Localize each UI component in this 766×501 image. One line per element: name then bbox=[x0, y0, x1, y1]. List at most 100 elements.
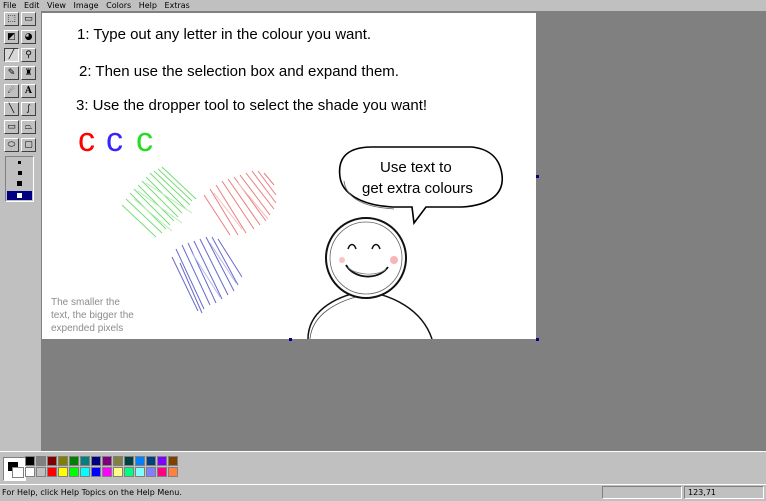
status-help-text: For Help, click Help Topics on the Help … bbox=[2, 488, 182, 497]
note-line-2: text, the bigger the bbox=[51, 310, 134, 321]
menu-image[interactable]: Image bbox=[71, 0, 101, 11]
airbrush-tool-button[interactable]: ☄ bbox=[4, 84, 19, 98]
palette-swatch[interactable] bbox=[80, 456, 90, 466]
select-icon: ▭ bbox=[24, 14, 33, 24]
palette-swatch[interactable] bbox=[47, 467, 57, 477]
palette-swatch[interactable] bbox=[47, 456, 57, 466]
status-bar: For Help, click Help Topics on the Help … bbox=[0, 484, 766, 501]
airbrush-icon: ☄ bbox=[7, 86, 16, 96]
green-scribble bbox=[121, 166, 197, 238]
palette-swatch[interactable] bbox=[36, 456, 46, 466]
size-option-1[interactable] bbox=[18, 161, 21, 164]
canvas-workspace: 1: Type out any letter in the colour you… bbox=[42, 11, 766, 451]
palette-swatch[interactable] bbox=[113, 456, 123, 466]
dropper-icon: ╱ bbox=[8, 50, 15, 60]
palette-swatch[interactable] bbox=[25, 456, 35, 466]
size-option-2[interactable] bbox=[18, 171, 22, 175]
instruction-line-3: 3: Use the dropper tool to select the sh… bbox=[76, 97, 427, 114]
ellipse-icon: ⬭ bbox=[7, 140, 16, 150]
polygon-tool-button[interactable]: ⏢ bbox=[21, 120, 36, 134]
menu-view[interactable]: View bbox=[44, 0, 68, 11]
tool-box: ⬚ ▭ ◩ ◕ ╱ ⚲ ✎ ♜ ☄ A ╲ ∫ ▭ ⏢ ⬭ ▢ bbox=[0, 11, 42, 451]
rounded-rect-tool-button[interactable]: ▢ bbox=[21, 138, 36, 152]
fill-bucket-icon: ◕ bbox=[24, 32, 33, 42]
palette-swatch[interactable] bbox=[69, 467, 79, 477]
drawing-canvas[interactable]: 1: Type out any letter in the colour you… bbox=[42, 13, 536, 340]
menu-colors[interactable]: Colors bbox=[103, 0, 133, 11]
pencil-tool-button[interactable]: ✎ bbox=[4, 66, 19, 80]
status-coordinates: 123,71 bbox=[684, 486, 764, 499]
bubble-line-1: Use text to bbox=[380, 159, 452, 176]
instruction-line-1: 1: Type out any letter in the colour you… bbox=[77, 26, 371, 43]
resize-handle-right[interactable] bbox=[536, 175, 539, 178]
palette-swatch[interactable] bbox=[168, 467, 178, 477]
palette-swatch[interactable] bbox=[146, 467, 156, 477]
palette-swatch[interactable] bbox=[91, 456, 101, 466]
palette-swatch[interactable] bbox=[168, 456, 178, 466]
text-tool-button[interactable]: A bbox=[21, 84, 36, 98]
note-line-3: expended pixels bbox=[51, 323, 123, 334]
eraser-tool-button[interactable]: ◩ bbox=[4, 30, 19, 44]
palette-swatch[interactable] bbox=[135, 467, 145, 477]
note-line-1: The smaller the bbox=[51, 297, 120, 308]
magnifier-icon: ⚲ bbox=[25, 50, 32, 60]
brush-tool-button[interactable]: ♜ bbox=[21, 66, 36, 80]
palette-swatch[interactable] bbox=[146, 456, 156, 466]
size-option-selected[interactable] bbox=[7, 191, 32, 200]
line-icon: ╲ bbox=[8, 104, 15, 114]
curve-tool-button[interactable]: ∫ bbox=[21, 102, 36, 116]
pencil-icon: ✎ bbox=[7, 68, 16, 78]
menu-file[interactable]: File bbox=[0, 0, 18, 11]
line-tool-button[interactable]: ╲ bbox=[4, 102, 19, 116]
current-colors[interactable] bbox=[3, 457, 26, 481]
color-palette bbox=[0, 451, 766, 484]
menu-help[interactable]: Help bbox=[136, 0, 159, 11]
background-color bbox=[12, 467, 24, 478]
blue-scribble bbox=[171, 236, 243, 314]
palette-swatch[interactable] bbox=[124, 467, 134, 477]
palette-swatch[interactable] bbox=[36, 467, 46, 477]
magnifier-tool-button[interactable]: ⚲ bbox=[21, 48, 36, 62]
palette-swatch[interactable] bbox=[135, 456, 145, 466]
palette-swatch[interactable] bbox=[124, 456, 134, 466]
rectangle-icon: ▭ bbox=[7, 122, 16, 132]
ellipse-tool-button[interactable]: ⬭ bbox=[4, 138, 19, 152]
red-letter: c bbox=[78, 121, 95, 159]
palette-swatch[interactable] bbox=[58, 467, 68, 477]
palette-swatch[interactable] bbox=[25, 467, 35, 477]
palette-swatch[interactable] bbox=[113, 467, 123, 477]
polygon-icon: ⏢ bbox=[24, 122, 33, 132]
resize-handle-bottom[interactable] bbox=[289, 338, 292, 341]
free-select-tool-button[interactable]: ⬚ bbox=[4, 12, 19, 26]
menu-extras[interactable]: Extras bbox=[162, 0, 192, 11]
color-picker-tool-button[interactable]: ╱ bbox=[4, 48, 19, 62]
cartoon-character bbox=[307, 217, 433, 340]
menu-bar: File Edit View Image Colors Help Extras bbox=[0, 0, 766, 11]
palette-swatch[interactable] bbox=[157, 456, 167, 466]
instruction-line-2: 2: Then use the selection box and expand… bbox=[79, 63, 399, 80]
menu-edit[interactable]: Edit bbox=[21, 0, 42, 11]
size-option-3[interactable] bbox=[17, 181, 22, 186]
bubble-line-2: get extra colours bbox=[362, 180, 473, 197]
blue-letter: c bbox=[106, 121, 123, 159]
rounded-rectangle-icon: ▢ bbox=[24, 140, 33, 150]
free-select-icon: ⬚ bbox=[7, 14, 16, 24]
fill-tool-button[interactable]: ◕ bbox=[21, 30, 36, 44]
rectangle-tool-button[interactable]: ▭ bbox=[4, 120, 19, 134]
eraser-icon: ◩ bbox=[7, 32, 16, 42]
text-icon: A bbox=[25, 86, 32, 96]
palette-swatch[interactable] bbox=[58, 456, 68, 466]
resize-handle-corner[interactable] bbox=[536, 338, 539, 341]
status-panel-empty bbox=[602, 486, 682, 499]
select-tool-button[interactable]: ▭ bbox=[21, 12, 36, 26]
palette-swatch[interactable] bbox=[157, 467, 167, 477]
palette-swatch[interactable] bbox=[91, 467, 101, 477]
tool-options-box[interactable] bbox=[5, 156, 34, 202]
palette-swatch[interactable] bbox=[102, 467, 112, 477]
canvas-drawing: 1: Type out any letter in the colour you… bbox=[51, 26, 504, 340]
palette-swatch[interactable] bbox=[69, 456, 79, 466]
red-scribble bbox=[203, 170, 277, 236]
palette-swatch[interactable] bbox=[80, 467, 90, 477]
brush-icon: ♜ bbox=[24, 68, 33, 78]
palette-swatch[interactable] bbox=[102, 456, 112, 466]
